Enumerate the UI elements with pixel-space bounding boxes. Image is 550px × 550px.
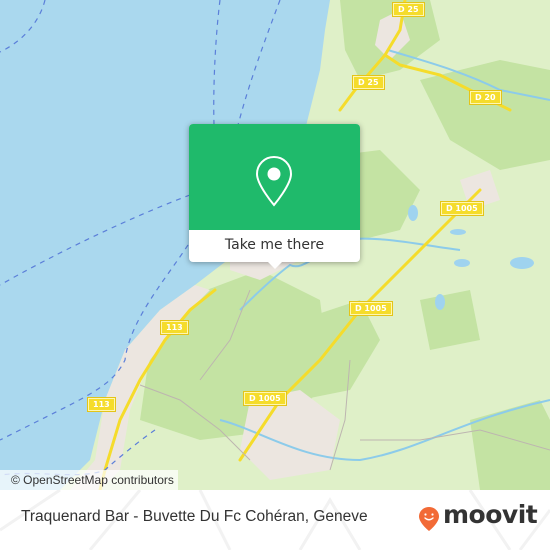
popup-header: [189, 124, 360, 230]
road-label: D 25: [352, 75, 385, 90]
moovit-wordmark: moovit: [443, 500, 538, 529]
footer-bar: Traquenard Bar - Buvette Du Fc Cohéran, …: [0, 490, 550, 550]
road-label: D 1005: [440, 201, 484, 216]
road-label: 113: [160, 320, 189, 335]
road-label: D 1005: [349, 301, 393, 316]
place-name: Traquenard Bar - Buvette Du Fc Cohéran, …: [21, 508, 368, 525]
map-view[interactable]: D 25 D 25 D 20 D 1005 D 1005 D 1005 113 …: [0, 0, 550, 490]
road-label: 113: [87, 397, 116, 412]
road-label: D 20: [469, 90, 502, 105]
road-label: D 1005: [243, 391, 287, 406]
moovit-smiley-pin-icon: [419, 507, 439, 531]
road-label: D 25: [392, 2, 425, 17]
take-me-there-button[interactable]: Take me there: [189, 230, 360, 262]
location-popup: Take me there: [189, 124, 360, 269]
map-pin-icon: [255, 155, 293, 207]
map-attribution[interactable]: © OpenStreetMap contributors: [0, 470, 178, 490]
popup-pointer: [267, 261, 283, 269]
